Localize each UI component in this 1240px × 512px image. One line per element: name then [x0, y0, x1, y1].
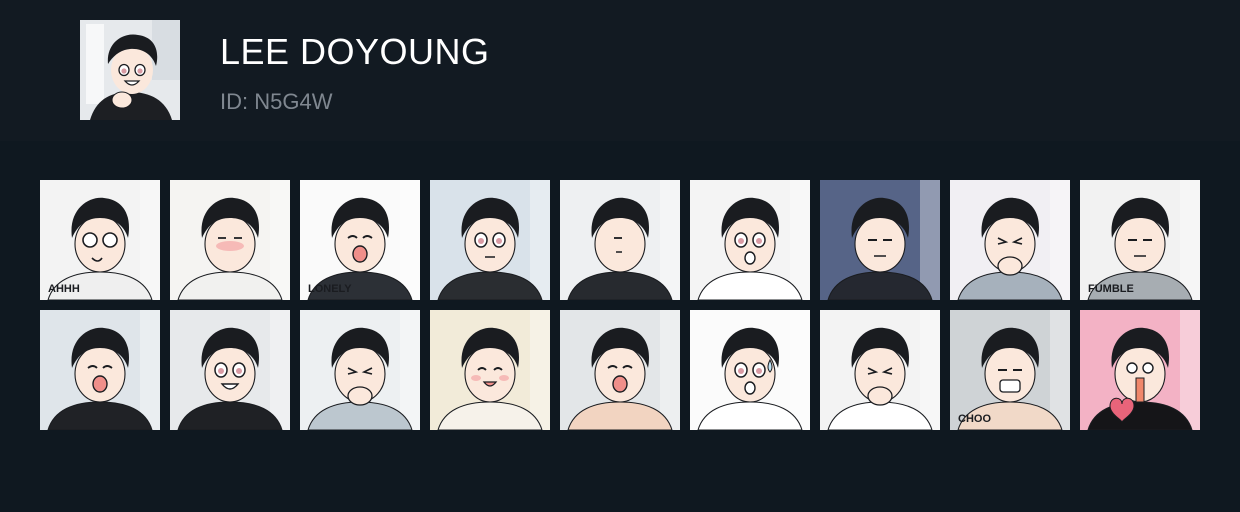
sticker-speechless-icon[interactable] [820, 180, 940, 300]
sticker-excited-icon[interactable] [300, 310, 420, 430]
sticker-facepalm-icon[interactable] [820, 310, 940, 430]
character-avatar-icon[interactable] [80, 20, 180, 120]
sticker-speechless-shadow-icon[interactable]: CHOO [950, 310, 1070, 430]
sticker-dizzy-icon[interactable]: AHHH [40, 180, 160, 300]
sticker-laughing-icon[interactable] [40, 310, 160, 430]
sticker-towel-icon[interactable] [430, 310, 550, 430]
sticker-grid: AHHH LONELY FUMBLE CHOO [40, 180, 1200, 430]
page-title: LEE DOYOUNG [220, 31, 490, 72]
sticker-shocked-icon[interactable] [690, 180, 810, 300]
sticker-love-icon[interactable] [1080, 310, 1200, 430]
sticker-grumpy-icon[interactable]: FUMBLE [1080, 180, 1200, 300]
sticker-cheering-icon[interactable]: LONELY [300, 180, 420, 300]
sticker-sweating-icon[interactable] [690, 310, 810, 430]
sticker-blushing-icon[interactable] [170, 180, 290, 300]
sticker-nervous-icon[interactable] [950, 180, 1070, 300]
profile-id: ID: N5G4W [220, 89, 333, 114]
sticker-caption: FUMBLE [1088, 283, 1134, 295]
sticker-caption: AHHH [48, 283, 80, 295]
sticker-round-eyes-icon[interactable] [430, 180, 550, 300]
sticker-caption: CHOO [958, 413, 991, 425]
sticker-peeking-icon[interactable] [560, 180, 680, 300]
sticker-caption: LONELY [308, 283, 352, 295]
profile-header: LEE DOYOUNG ID: N5G4W [0, 0, 1240, 141]
sticker-bath-icon[interactable] [560, 310, 680, 430]
sticker-grinning-icon[interactable] [170, 310, 290, 430]
